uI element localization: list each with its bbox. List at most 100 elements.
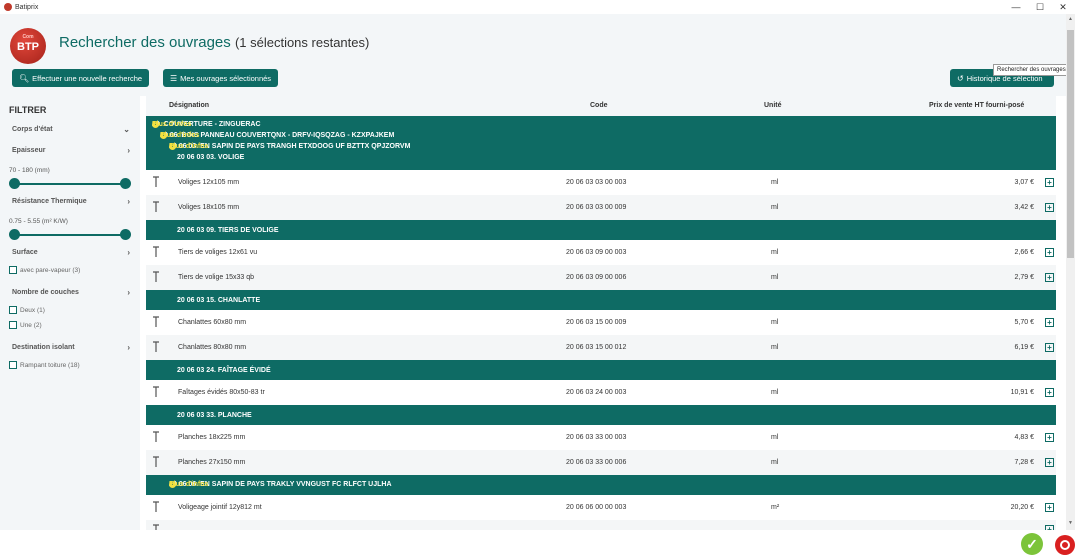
row-designation: Voliges 12x105 mm xyxy=(178,179,240,186)
group-title: 20 06 03 24. FAÎTAGE ÉVIDÉ xyxy=(177,367,271,374)
table-row[interactable]: Voliges 18x105 mm 20 06 03 03 00 009 ml … xyxy=(146,195,1056,220)
checkbox-deux[interactable]: Deux (1) xyxy=(9,306,45,314)
app-icon xyxy=(4,3,12,11)
add-icon[interactable]: + xyxy=(1045,503,1054,512)
group-title: 20 06 03 03. VOLIGE xyxy=(177,154,245,161)
close-button[interactable]: ✕ xyxy=(1053,0,1073,14)
checkbox-box[interactable] xyxy=(9,306,17,314)
row-unit: ml xyxy=(771,204,779,211)
resistance-slider xyxy=(9,229,131,240)
filter-resistance-label: Résistance Thermique xyxy=(12,198,87,205)
search-icon: 🔍︎ xyxy=(19,73,30,83)
row-price: 5,70 € xyxy=(1014,319,1034,326)
my-selection-button[interactable]: ☰ Mes ouvrages sélectionnés xyxy=(163,69,279,87)
maximize-button[interactable]: ☐ xyxy=(1030,0,1050,14)
add-icon[interactable]: + xyxy=(1045,318,1054,327)
row-designation: Chanlattes 60x80 mm xyxy=(178,319,247,326)
window-title: Batiprix xyxy=(15,3,39,11)
hammer-icon xyxy=(153,501,159,512)
table-row[interactable]: Chanlattes 60x80 mm 20 06 03 15 00 009 m… xyxy=(146,310,1056,335)
checkbox-box[interactable] xyxy=(9,361,17,369)
resistance-max-handle[interactable] xyxy=(120,229,131,240)
scroll-up-arrow[interactable]: ▲ xyxy=(1066,16,1075,22)
add-icon[interactable]: + xyxy=(1045,203,1054,212)
cancel-button[interactable] xyxy=(1055,535,1075,555)
scrollbar-thumb[interactable] xyxy=(1067,30,1074,258)
col-code[interactable]: Code xyxy=(590,102,608,109)
checkbox-box[interactable] xyxy=(9,321,17,329)
epaisseur-slider xyxy=(9,178,131,189)
epaisseur-range: 70 - 180 (mm) xyxy=(9,167,50,174)
row-code: 20 06 03 24 00 003 xyxy=(566,389,627,396)
row-code: 20 06 03 33 00 006 xyxy=(566,459,627,466)
chevron-down-icon: ⌄ xyxy=(123,125,130,134)
table-row[interactable]: Planches 27x150 mm 20 06 03 33 00 006 ml… xyxy=(146,450,1056,475)
table-row[interactable]: Voliges 12x105 mm 20 06 03 03 00 003 ml … xyxy=(146,170,1056,195)
checkbox-label: Deux (1) xyxy=(20,306,45,314)
window-titlebar: Batiprix — ☐ ✕ xyxy=(0,0,1075,14)
row-price: 6,19 € xyxy=(1014,344,1034,351)
chevron-right-icon: › xyxy=(127,197,130,206)
table-row[interactable]: Tiers de volige 15x33 qb 20 06 03 09 00 … xyxy=(146,265,1056,290)
epaisseur-max-handle[interactable] xyxy=(120,178,131,189)
epaisseur-min-handle[interactable] xyxy=(9,178,20,189)
resistance-min-handle[interactable] xyxy=(9,229,20,240)
filter-epaisseur[interactable]: Epaisseur › xyxy=(12,146,130,155)
add-icon[interactable]: + xyxy=(1045,433,1054,442)
group-header: 20 06 03 15. CHANLATTE xyxy=(146,290,1056,310)
row-price: 7,28 € xyxy=(1014,459,1034,466)
hammer-icon xyxy=(153,341,159,352)
table-row[interactable]: Faîtages évidés 80x50-83 tr 20 06 03 24 … xyxy=(146,380,1056,405)
filter-destination[interactable]: Destination isolant › xyxy=(12,343,130,352)
add-icon[interactable]: + xyxy=(1045,343,1054,352)
row-price: 3,07 € xyxy=(1014,179,1034,186)
col-designation[interactable]: Désignation xyxy=(169,102,209,109)
checkbox-box[interactable] xyxy=(9,266,17,274)
filter-corps-etat[interactable]: Corps d'état ⌄ xyxy=(12,125,130,134)
confirm-button[interactable]: ✓ xyxy=(1021,533,1043,555)
minimize-button[interactable]: — xyxy=(1006,0,1026,14)
hammer-icon xyxy=(153,431,159,442)
row-price: 3,42 € xyxy=(1014,204,1034,211)
row-unit: ml xyxy=(771,249,779,256)
group-header: 20 06 03 24. FAÎTAGE ÉVIDÉ xyxy=(146,360,1056,380)
table-row[interactable]: Tiers de voliges 12x61 vu 20 06 03 09 00… xyxy=(146,240,1056,265)
table-row[interactable]: Voligeage jointif 12y812 mt 20 06 06 00 … xyxy=(146,495,1056,520)
row-code: 20 06 03 03 00 009 xyxy=(566,204,627,211)
hammer-icon xyxy=(153,271,159,282)
chevron-right-icon: › xyxy=(127,288,130,297)
group-title: 20 06 03 33. PLANCHE xyxy=(177,412,252,419)
col-price[interactable]: Prix de vente HT fourni-posé xyxy=(929,102,1024,109)
checkbox-rampant[interactable]: Rampant toiture (18) xyxy=(9,361,80,369)
scroll-down-arrow[interactable]: ▼ xyxy=(1066,520,1075,526)
filter-surface[interactable]: Surface › xyxy=(12,248,130,257)
checkbox-une[interactable]: Une (2) xyxy=(9,321,42,329)
add-icon[interactable]: + xyxy=(1045,458,1054,467)
hammer-icon xyxy=(153,201,159,212)
hammer-icon xyxy=(153,386,159,397)
filter-resistance[interactable]: Résistance Thermique › xyxy=(12,197,130,206)
new-search-button[interactable]: 🔍︎ Effectuer une nouvelle recherche xyxy=(12,69,150,87)
table-row[interactable]: Chanlattes 80x80 mm 20 06 03 15 00 012 m… xyxy=(146,335,1056,360)
filter-destination-label: Destination isolant xyxy=(12,344,75,351)
filter-title: FILTRER xyxy=(9,105,47,115)
group-title: 20 06 03 09. TIERS DE VOLIGE xyxy=(177,227,279,234)
table-row[interactable]: Planches 18x225 mm 20 06 03 33 00 003 ml… xyxy=(146,425,1056,450)
add-icon[interactable]: + xyxy=(1045,388,1054,397)
checkbox-label: Rampant toiture (18) xyxy=(20,361,80,369)
row-designation: Voligeage jointif 12y812 mt xyxy=(178,504,262,511)
table-row[interactable]: + xyxy=(146,520,1056,530)
col-unit[interactable]: Unité xyxy=(764,102,782,109)
checkbox-label: Une (2) xyxy=(20,321,42,329)
filter-couches[interactable]: Nombre de couches › xyxy=(12,288,130,297)
row-designation: Chanlattes 80x80 mm xyxy=(178,344,247,351)
row-price: 10,91 € xyxy=(1010,389,1034,396)
add-icon[interactable]: + xyxy=(1045,178,1054,187)
checkbox-pare-vapeur[interactable]: avec pare-vapeur (3) xyxy=(9,266,80,274)
group-header-block: 20. COUVERTURE - ZINGUERAC i Plus d'infos… xyxy=(146,116,1056,170)
chevron-right-icon: › xyxy=(127,248,130,257)
row-designation: Voliges 18x105 mm xyxy=(178,204,240,211)
add-icon[interactable]: + xyxy=(1045,248,1054,257)
add-icon[interactable]: + xyxy=(1045,273,1054,282)
hammer-icon xyxy=(153,316,159,327)
